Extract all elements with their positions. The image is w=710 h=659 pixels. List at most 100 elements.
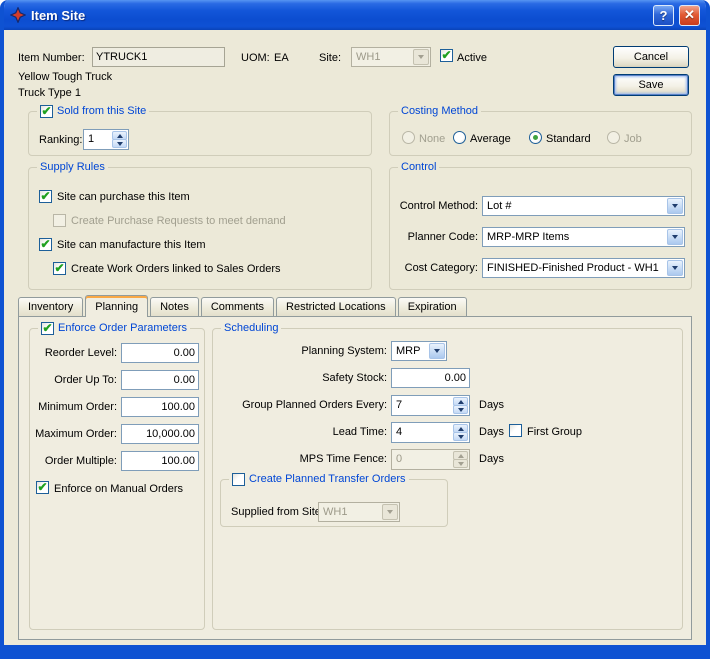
- check-icon: ✔: [37, 481, 47, 493]
- dropdown-arrow-icon: [382, 504, 398, 520]
- tab-expiration[interactable]: Expiration: [398, 297, 467, 316]
- tab-planning[interactable]: Planning: [85, 295, 148, 317]
- down-arrow-icon: [458, 408, 464, 412]
- create-work-orders-checkbox[interactable]: ✔: [53, 262, 66, 275]
- enforce-manual-orders-label: Enforce on Manual Orders: [54, 483, 183, 496]
- ranking-label: Ranking:: [39, 134, 82, 147]
- sold-from-site-checkbox[interactable]: ✔: [40, 105, 53, 118]
- item-number-input[interactable]: [92, 47, 225, 67]
- maximum-order-input[interactable]: [121, 424, 199, 444]
- order-up-to-input[interactable]: [121, 370, 199, 390]
- dropdown-arrow-icon[interactable]: [429, 343, 445, 359]
- costing-method-legend: Costing Method: [398, 105, 481, 118]
- safety-stock-input[interactable]: [391, 368, 470, 388]
- create-planned-transfer-orders-group: Create Planned Transfer Orders Supplied …: [220, 479, 448, 527]
- check-icon: ✔: [40, 190, 50, 202]
- uom-label: UOM:: [241, 52, 270, 65]
- dropdown-arrow-icon[interactable]: [667, 198, 683, 214]
- item-description-line1: Yellow Tough Truck: [18, 71, 112, 84]
- reorder-level-label: Reorder Level:: [30, 347, 117, 360]
- check-icon: ✔: [42, 322, 52, 334]
- order-multiple-input[interactable]: [121, 451, 199, 471]
- titlebar: Item Site ? ✕: [4, 0, 706, 30]
- tab-comments[interactable]: Comments: [201, 297, 274, 316]
- spin-down-button[interactable]: [453, 405, 468, 414]
- site-can-purchase-checkbox[interactable]: ✔: [39, 190, 52, 203]
- create-planned-transfer-orders-checkbox[interactable]: [232, 473, 245, 486]
- spin-down-button[interactable]: [112, 139, 127, 148]
- scheduling-title: Scheduling: [224, 322, 278, 335]
- scheduling-legend: Scheduling: [221, 322, 281, 335]
- enforce-order-parameters-legend: ✔ Enforce Order Parameters: [38, 322, 190, 335]
- supply-rules-group: Supply Rules ✔ Site can purchase this It…: [28, 167, 372, 290]
- check-icon: ✔: [441, 49, 451, 61]
- ranking-spinner[interactable]: 1: [83, 129, 129, 150]
- down-arrow-icon: [458, 435, 464, 439]
- tab-inventory[interactable]: Inventory: [18, 297, 83, 316]
- planner-code-combo[interactable]: MRP-MRP Items: [482, 227, 685, 247]
- enforce-order-parameters-checkbox[interactable]: ✔: [41, 322, 54, 335]
- planning-tab-panel: ✔ Enforce Order Parameters Reorder Level…: [18, 316, 692, 640]
- control-method-combo[interactable]: Lot #: [482, 196, 685, 216]
- active-label: Active: [457, 52, 487, 65]
- safety-stock-label: Safety Stock:: [237, 372, 387, 385]
- close-button[interactable]: ✕: [679, 5, 700, 26]
- ranking-value: 1: [88, 133, 110, 145]
- site-can-manufacture-checkbox[interactable]: ✔: [39, 238, 52, 251]
- cancel-button[interactable]: Cancel: [613, 46, 689, 68]
- first-group-label: First Group: [527, 426, 582, 439]
- minimum-order-label: Minimum Order:: [30, 401, 117, 414]
- sold-from-site-legend: ✔ Sold from this Site: [37, 105, 149, 118]
- group-planned-orders-spinner[interactable]: 7: [391, 395, 470, 416]
- create-purchase-requests-checkbox[interactable]: [53, 214, 66, 227]
- control-group: Control Control Method: Lot # Planner Co…: [389, 167, 692, 290]
- scheduling-group: Scheduling Planning System: MRP Safety S…: [212, 328, 683, 630]
- dropdown-arrow-icon[interactable]: [667, 260, 683, 276]
- planning-system-combo[interactable]: MRP: [391, 341, 447, 361]
- planner-code-value: MRP-MRP Items: [487, 231, 664, 243]
- supplied-from-site-combo[interactable]: WH1: [318, 502, 400, 522]
- minimum-order-input[interactable]: [121, 397, 199, 417]
- dropdown-arrow-icon[interactable]: [667, 229, 683, 245]
- costing-standard-radio[interactable]: [529, 131, 542, 144]
- maximum-order-label: Maximum Order:: [30, 428, 117, 441]
- cost-category-combo[interactable]: FINISHED-Finished Product - WH1: [482, 258, 685, 278]
- group-planned-orders-label: Group Planned Orders Every:: [237, 399, 387, 412]
- check-icon: ✔: [40, 238, 50, 250]
- active-checkbox[interactable]: ✔: [440, 49, 453, 62]
- sold-from-site-group: ✔ Sold from this Site Ranking: 1: [28, 111, 372, 156]
- help-button[interactable]: ?: [653, 5, 674, 26]
- lead-time-spinner[interactable]: 4: [391, 422, 470, 443]
- create-purchase-requests-label: Create Purchase Requests to meet demand: [71, 215, 286, 228]
- tab-notes[interactable]: Notes: [150, 297, 199, 316]
- close-icon: ✕: [684, 7, 695, 23]
- site-combo[interactable]: WH1: [351, 47, 431, 67]
- create-planned-transfer-orders-title: Create Planned Transfer Orders: [249, 473, 406, 486]
- first-group-checkbox[interactable]: [509, 424, 522, 437]
- cost-category-value: FINISHED-Finished Product - WH1: [487, 262, 664, 274]
- costing-none-radio[interactable]: [402, 131, 415, 144]
- item-description-line2: Truck Type 1: [18, 87, 81, 100]
- create-work-orders-label: Create Work Orders linked to Sales Order…: [71, 263, 280, 276]
- up-arrow-icon: [458, 400, 464, 404]
- control-title: Control: [401, 161, 436, 174]
- down-arrow-icon: [458, 462, 464, 466]
- tab-restricted-locations[interactable]: Restricted Locations: [276, 297, 396, 316]
- spin-down-button[interactable]: [453, 432, 468, 441]
- costing-job-radio[interactable]: [607, 131, 620, 144]
- enforce-manual-orders-checkbox[interactable]: ✔: [36, 481, 49, 494]
- enforce-order-parameters-title: Enforce Order Parameters: [58, 322, 187, 335]
- control-method-value: Lot #: [487, 200, 664, 212]
- mps-time-fence-spinner[interactable]: 0: [391, 449, 470, 470]
- costing-average-radio[interactable]: [453, 131, 466, 144]
- spin-down-button[interactable]: [453, 459, 468, 468]
- up-arrow-icon: [458, 454, 464, 458]
- planning-system-label: Planning System:: [237, 345, 387, 358]
- save-button[interactable]: Save: [613, 74, 689, 96]
- create-planned-transfer-orders-legend: Create Planned Transfer Orders: [229, 473, 409, 486]
- lead-time-value: 4: [396, 426, 451, 438]
- sold-from-site-title: Sold from this Site: [57, 105, 146, 118]
- site-label: Site:: [319, 52, 341, 65]
- group-planned-orders-value: 7: [396, 399, 451, 411]
- reorder-level-input[interactable]: [121, 343, 199, 363]
